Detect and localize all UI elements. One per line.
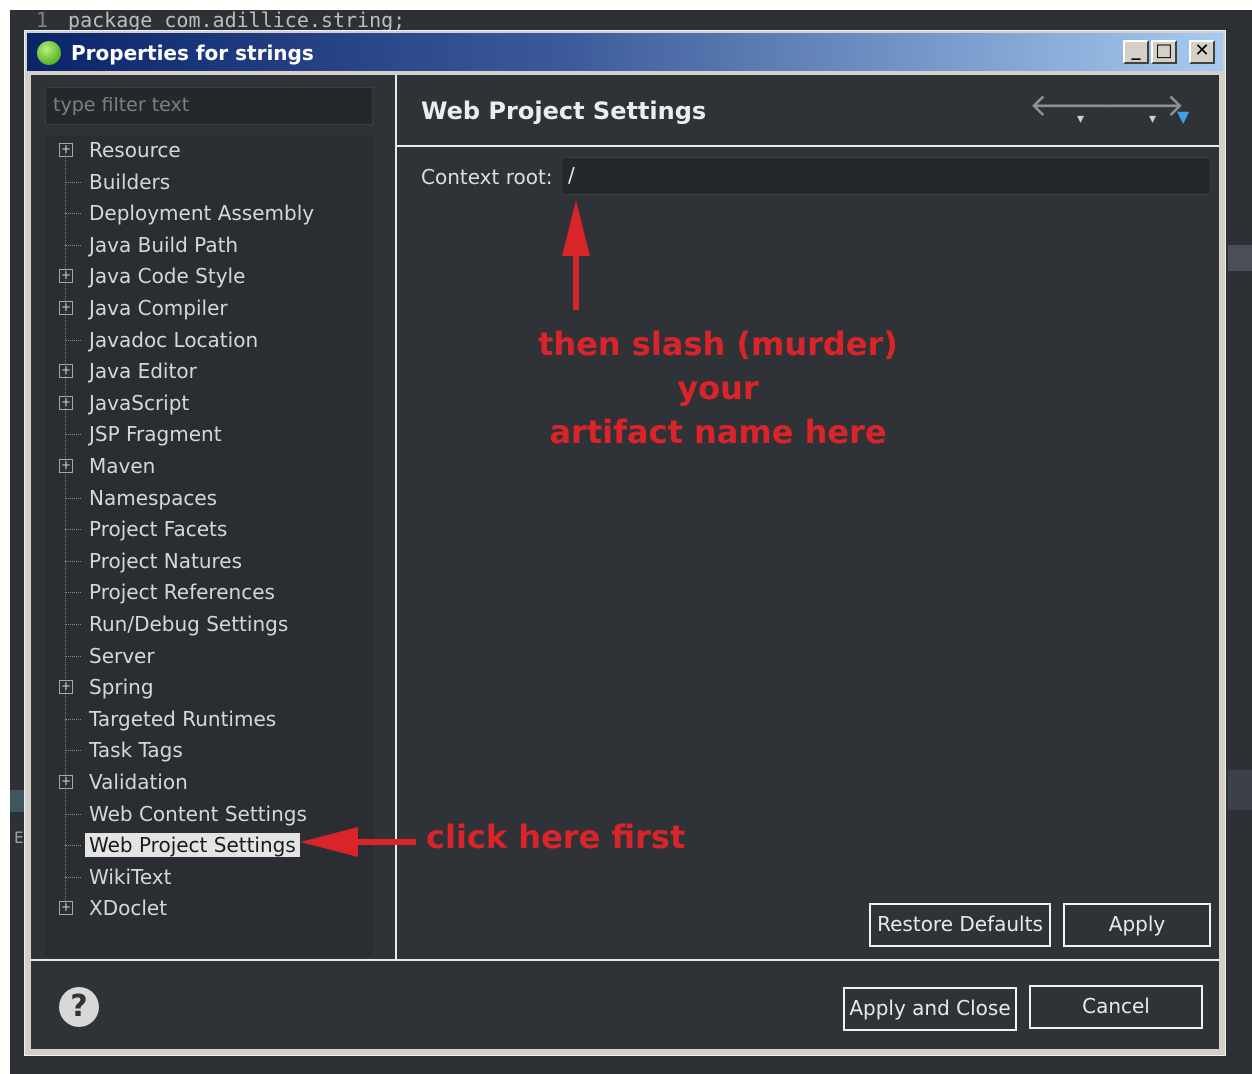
annotation-line-1: then slash (murder) your [538, 325, 898, 407]
annotation-line-2: artifact name here [549, 413, 887, 451]
arrow-up-to-context-root [562, 200, 590, 310]
annotation-context-root: then slash (murder) your artifact name h… [508, 322, 928, 454]
arrow-left-to-tree-item [300, 827, 416, 857]
annotation-click-first: click here first [426, 818, 686, 856]
annotation-arrows [300, 200, 590, 857]
